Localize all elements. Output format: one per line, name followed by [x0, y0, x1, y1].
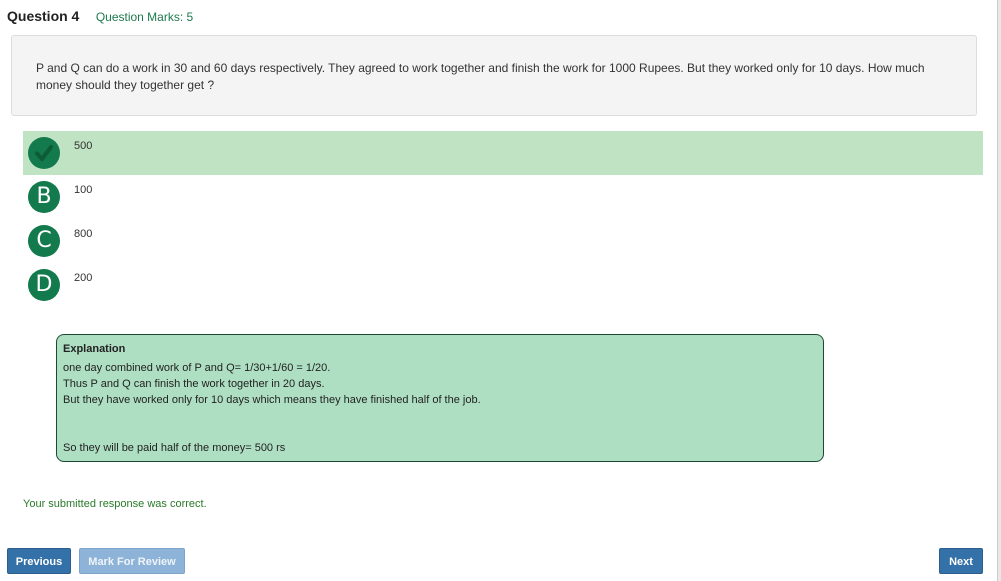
option-c[interactable]: C 800	[23, 219, 983, 263]
scrollbar-edge	[997, 0, 1001, 581]
option-a[interactable]: 500	[23, 131, 983, 175]
previous-button[interactable]: Previous	[7, 548, 71, 574]
question-number: Question 4	[7, 8, 80, 24]
explanation-line: Thus P and Q can finish the work togethe…	[63, 378, 325, 390]
option-b-letter: B	[28, 181, 60, 213]
response-feedback: Your submitted response was correct.	[23, 498, 207, 510]
explanation-box: Explanation one day combined work of P a…	[56, 334, 824, 462]
option-a-text: 500	[74, 140, 93, 152]
question-box: P and Q can do a work in 30 and 60 days …	[11, 35, 977, 116]
explanation-line: one day combined work of P and Q= 1/30+1…	[63, 362, 331, 374]
question-marks: Question Marks: 5	[95, 10, 194, 24]
next-button[interactable]: Next	[939, 548, 983, 574]
mark-for-review-button[interactable]: Mark For Review	[79, 548, 185, 574]
option-c-letter: C	[28, 225, 60, 257]
option-d-letter: D	[28, 269, 60, 301]
explanation-line: But they have worked only for 10 days wh…	[63, 394, 481, 406]
option-b[interactable]: B 100	[23, 175, 983, 219]
question-text: P and Q can do a work in 30 and 60 days …	[36, 61, 925, 92]
option-d[interactable]: D 200	[23, 263, 983, 307]
option-b-text: 100	[74, 184, 93, 196]
explanation-line: So they will be paid half of the money= …	[63, 442, 286, 454]
explanation-title: Explanation	[63, 343, 126, 355]
option-d-text: 200	[74, 272, 93, 284]
option-c-text: 800	[74, 228, 93, 240]
checkmark-icon	[28, 137, 60, 169]
question-header: Question 4 Question Marks: 5	[7, 8, 193, 26]
